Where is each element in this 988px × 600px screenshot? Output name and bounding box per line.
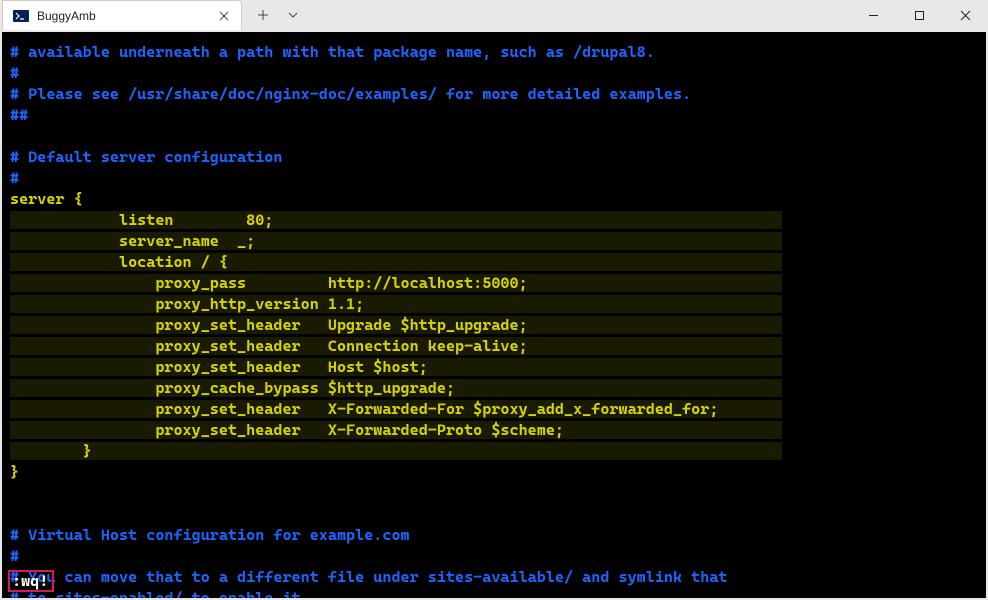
terminal-line: proxy_set_header X-Forwarded-Proto $sche…	[10, 420, 978, 441]
terminal-line: proxy_set_header Connection keep-alive;	[10, 336, 978, 357]
terminal-line	[10, 126, 978, 147]
minimize-button[interactable]	[850, 0, 896, 30]
close-button[interactable]	[942, 0, 988, 30]
terminal-line: server {	[10, 189, 978, 210]
new-tab-button[interactable]	[248, 0, 278, 30]
active-tab[interactable]: BuggyAmb	[2, 0, 242, 30]
terminal-line: proxy_set_header Host $host;	[10, 357, 978, 378]
terminal-line: }	[10, 441, 978, 462]
titlebar: BuggyAmb	[0, 0, 988, 32]
tab-close-button[interactable]	[217, 9, 231, 23]
terminal-line: ##	[10, 105, 978, 126]
terminal-line: # Please see /usr/share/doc/nginx-doc/ex…	[10, 84, 978, 105]
terminal-line: # to sites-enabled/ to enable it.	[10, 588, 978, 598]
maximize-button[interactable]	[896, 0, 942, 30]
terminal-line: # Virtual Host configuration for example…	[10, 525, 978, 546]
terminal-content: # available underneath a path with that …	[10, 42, 978, 598]
tab-actions	[248, 0, 308, 30]
terminal-line: #	[10, 63, 978, 84]
terminal-line	[10, 504, 978, 525]
terminal-line: #	[10, 546, 978, 567]
terminal-line: # You can move that to a different file …	[10, 567, 978, 588]
terminal-line: }	[10, 462, 978, 483]
terminal-line: #	[10, 168, 978, 189]
terminal-line: proxy_set_header Upgrade $http_upgrade;	[10, 315, 978, 336]
terminal-line: location / {	[10, 252, 978, 273]
tab-dropdown-button[interactable]	[278, 0, 308, 30]
tab-title: BuggyAmb	[37, 9, 217, 23]
terminal-line: proxy_cache_bypass $http_upgrade;	[10, 378, 978, 399]
terminal-line	[10, 483, 978, 504]
window-controls	[850, 0, 988, 30]
terminal-line: # Default server configuration	[10, 147, 978, 168]
terminal-viewport[interactable]: # available underneath a path with that …	[2, 32, 986, 598]
vim-command-input[interactable]: :wq!	[8, 570, 54, 592]
terminal-line: proxy_set_header X-Forwarded-For $proxy_…	[10, 399, 978, 420]
terminal-line: # available underneath a path with that …	[10, 42, 978, 63]
terminal-line: server_name _;	[10, 231, 978, 252]
powershell-icon	[13, 8, 29, 24]
terminal-line: listen 80;	[10, 210, 978, 231]
terminal-line: proxy_http_version 1.1;	[10, 294, 978, 315]
terminal-line: proxy_pass http://localhost:5000;	[10, 273, 978, 294]
